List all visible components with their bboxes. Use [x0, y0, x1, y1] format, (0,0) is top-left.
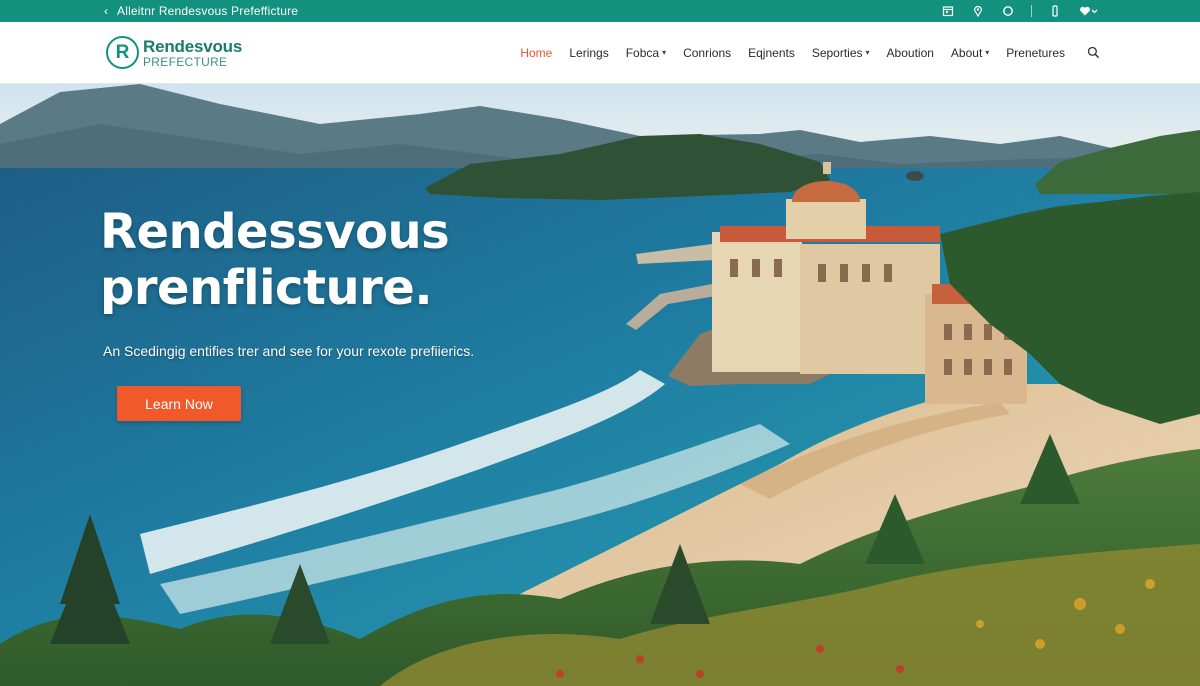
nav-item-prenetures[interactable]: Prenetures: [1006, 46, 1065, 60]
nav-label: Lerings: [569, 45, 609, 60]
logo-mark-icon: R: [106, 36, 139, 69]
nav-item-fobca[interactable]: Fobca ▾: [626, 46, 666, 60]
site-header: R Rendesvous PREFECTURE Home Lerings Fob…: [0, 22, 1200, 84]
nav-label: Seporties: [811, 45, 863, 60]
divider: [1031, 5, 1032, 17]
circle-icon[interactable]: [1001, 4, 1015, 18]
nav-item-home[interactable]: Home: [520, 46, 552, 60]
hero-title-line-2: prenflicture.: [100, 260, 433, 316]
hero-banner: Rendessvous prenflicture. An Scedingig e…: [0, 84, 1200, 686]
logo-text: Rendesvous PREFECTURE: [143, 38, 242, 68]
hero-title-line-1: Rendessvous: [100, 204, 450, 260]
search-icon[interactable]: [1086, 46, 1100, 60]
nav-label: Conrions: [683, 45, 732, 60]
chevron-down-icon: ▾: [662, 48, 667, 57]
hero-background-image: [0, 84, 1200, 686]
nav-item-about[interactable]: About ▾: [951, 46, 989, 60]
top-strip: ‹ Alleitnr Rendesvous Prefefficture: [0, 0, 1200, 22]
nav-item-conrions[interactable]: Conrions: [683, 46, 731, 60]
nav-label: Eqjnents: [748, 45, 795, 60]
nav-label: About: [950, 45, 983, 60]
nav-item-seporties[interactable]: Seporties ▾: [812, 46, 870, 60]
nav-label: Aboution: [886, 45, 934, 60]
hero-subtitle: An Scedingig entifies trer and see for y…: [103, 343, 475, 359]
learn-now-button[interactable]: Learn Now: [117, 386, 241, 421]
phone-icon[interactable]: [1048, 4, 1062, 18]
site-logo[interactable]: R Rendesvous PREFECTURE: [106, 36, 242, 69]
nav-item-lerings[interactable]: Lerings: [569, 46, 608, 60]
back-arrow-icon[interactable]: ‹: [104, 5, 108, 17]
nav-item-aboution[interactable]: Aboution: [887, 46, 934, 60]
heart-dropdown-icon[interactable]: [1078, 4, 1100, 18]
calendar-icon[interactable]: [941, 4, 955, 18]
window-title: Alleitnr Rendesvous Prefefficture: [117, 4, 299, 18]
hero-title: Rendessvous prenflicture.: [100, 204, 450, 316]
main-nav: Home Lerings Fobca ▾ Conrions Eqjnents Se…: [520, 46, 1100, 60]
chevron-down-icon: ▾: [985, 48, 990, 57]
nav-label: Home: [520, 45, 553, 60]
top-strip-icons: [941, 4, 1100, 18]
logo-subtitle: PREFECTURE: [143, 54, 228, 69]
location-pin-icon[interactable]: [971, 4, 985, 18]
chevron-down-icon: ▾: [865, 48, 870, 57]
nav-label: Fobca: [625, 45, 660, 60]
nav-label: Prenetures: [1006, 45, 1065, 60]
nav-item-eqjnents[interactable]: Eqjnents: [748, 46, 795, 60]
logo-name: Rendesvous: [143, 36, 243, 56]
